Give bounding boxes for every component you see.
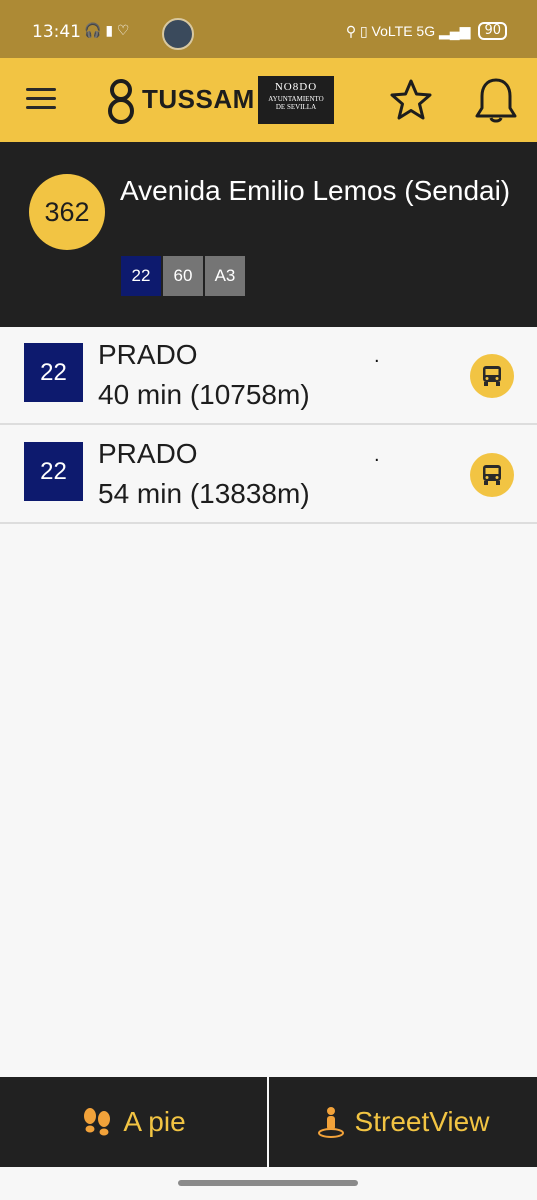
- arrival-marker: .: [374, 345, 380, 367]
- bell-icon[interactable]: [474, 76, 518, 124]
- streetview-button[interactable]: StreetView: [269, 1077, 537, 1167]
- status-signal-icons: ⚲ ▯ VoLTE 5G ▂▄▆: [345, 22, 471, 39]
- arrival-eta: 54 min (13838m): [98, 478, 310, 509]
- arrival-eta: 40 min (10758m): [98, 379, 310, 410]
- walk-button[interactable]: A pie: [0, 1077, 267, 1167]
- status-time: 13:41: [32, 22, 81, 42]
- home-gesture-handle[interactable]: [178, 1180, 358, 1186]
- notification-avatar-icon: [162, 18, 194, 50]
- bus-location-button[interactable]: [470, 453, 514, 497]
- menu-icon[interactable]: [26, 88, 56, 115]
- line-chip[interactable]: 22: [121, 256, 161, 296]
- stop-lines: 22 60 A3: [121, 256, 245, 296]
- ayuntamiento-logo: NO8DO AYUNTAMIENTO DE SEVILLA: [258, 76, 334, 124]
- arrival-line-badge: 22: [24, 343, 83, 402]
- status-left-icons: 🎧 ▮ ♡: [84, 22, 130, 38]
- arrival-destination: PRADO: [98, 339, 198, 370]
- status-bar: 13:41 🎧 ▮ ♡ ⚲ ▯ VoLTE 5G ▂▄▆ 90: [0, 0, 537, 58]
- walk-button-label: A pie: [123, 1106, 186, 1137]
- bottom-action-bar: A pie StreetView: [0, 1077, 537, 1167]
- app-bar: TUSSAM NO8DO AYUNTAMIENTO DE SEVILLA: [0, 58, 537, 142]
- line-chip[interactable]: A3: [205, 256, 245, 296]
- arrival-line-badge: 22: [24, 442, 83, 501]
- bus-icon: [483, 366, 501, 386]
- battery-icon: 90: [478, 22, 507, 40]
- system-nav-bar: [0, 1167, 537, 1200]
- stop-name: Avenida Emilio Lemos (Sendai): [120, 175, 511, 206]
- streetview-button-label: StreetView: [354, 1106, 490, 1137]
- star-icon[interactable]: [388, 78, 434, 122]
- arrival-row[interactable]: 22 PRADO 54 min (13838m) .: [0, 426, 537, 524]
- line-chip[interactable]: 60: [163, 256, 203, 296]
- stop-number-badge: 362: [29, 174, 105, 250]
- tussam-logo-icon: [108, 79, 134, 124]
- status-right-icons: ⚲ ▯ VoLTE 5G ▂▄▆ 90: [346, 22, 507, 40]
- footprints-icon: [84, 1108, 111, 1136]
- arrival-row[interactable]: 22 PRADO 40 min (10758m) .: [0, 327, 537, 425]
- arrival-marker: .: [374, 444, 380, 466]
- stop-header: 362 Avenida Emilio Lemos (Sendai) 22 60 …: [0, 142, 537, 327]
- bus-icon: [483, 465, 501, 485]
- brand-name: TUSSAM: [142, 84, 255, 114]
- bus-location-button[interactable]: [470, 354, 514, 398]
- pegman-icon: [317, 1107, 344, 1138]
- arrival-destination: PRADO: [98, 438, 198, 469]
